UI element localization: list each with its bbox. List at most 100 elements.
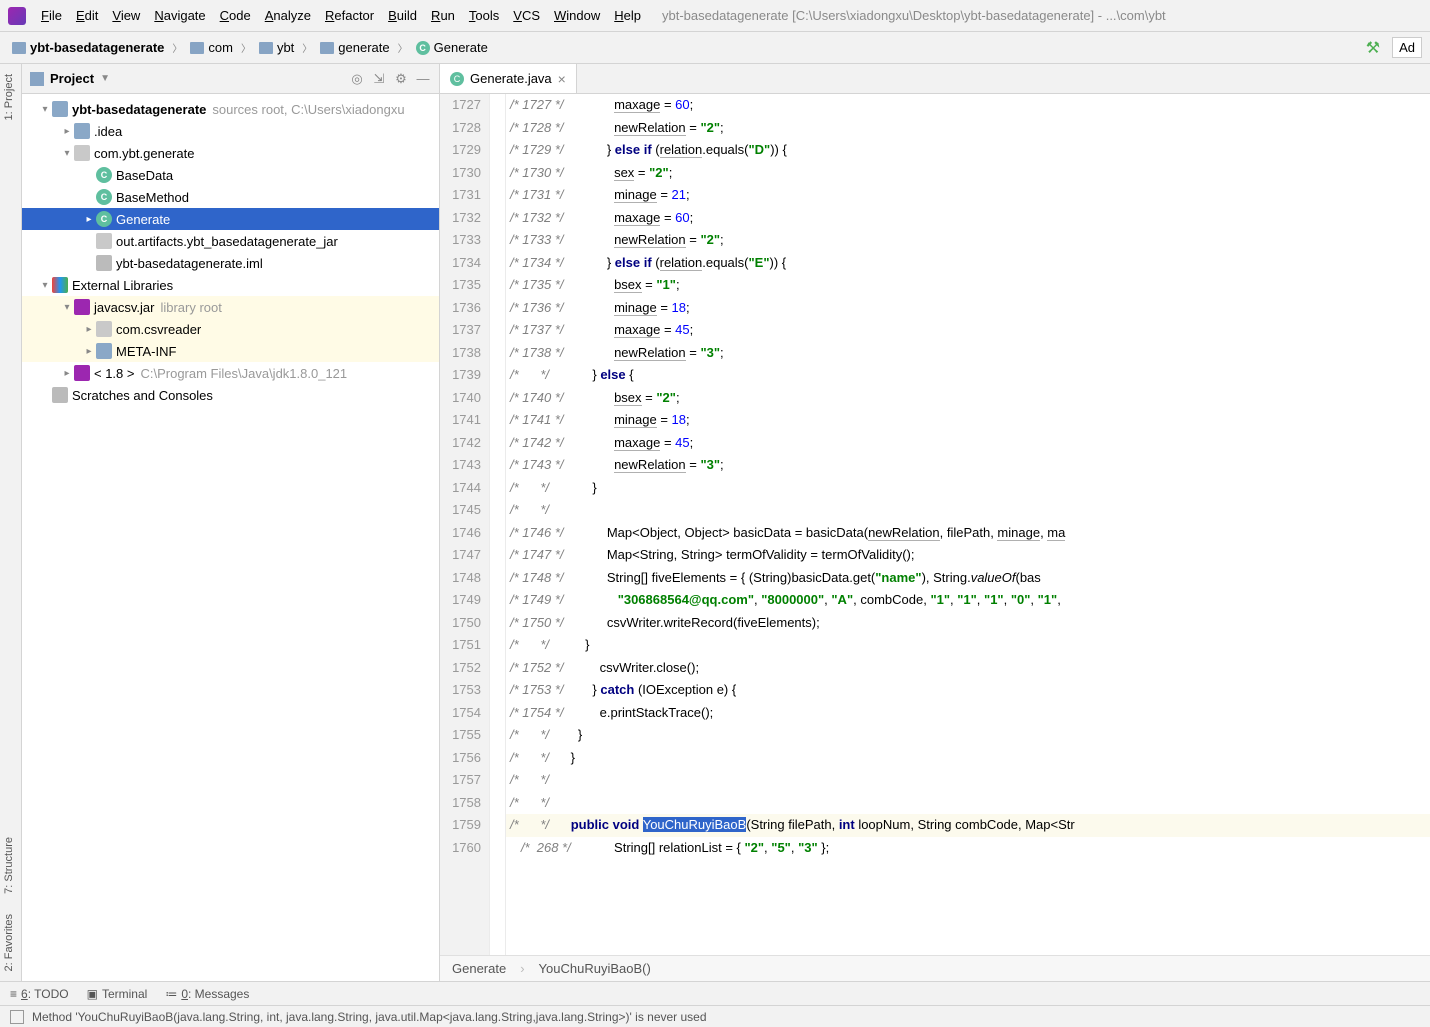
- hide-icon[interactable]: —: [415, 71, 431, 87]
- line-number[interactable]: 1760: [440, 837, 481, 860]
- menu-item-analyze[interactable]: Analyze: [258, 5, 318, 26]
- tree-node-4[interactable]: CBaseMethod: [22, 186, 439, 208]
- nav-crumb-0[interactable]: ybt-basedatagenerate: [8, 38, 168, 57]
- line-number[interactable]: 1732: [440, 207, 481, 230]
- line-number[interactable]: 1740: [440, 387, 481, 410]
- code-line[interactable]: /* 1740 */ bsex = "2";: [506, 387, 1430, 410]
- collapse-icon[interactable]: ⇲: [371, 71, 387, 87]
- project-tree[interactable]: ▾ybt-basedatageneratesources root, C:\Us…: [22, 94, 439, 981]
- tree-node-11[interactable]: ▸META-INF: [22, 340, 439, 362]
- breadcrumb-class[interactable]: Generate: [452, 961, 506, 976]
- line-number[interactable]: 1738: [440, 342, 481, 365]
- line-number[interactable]: 1745: [440, 499, 481, 522]
- line-number-gutter[interactable]: 1727172817291730173117321733173417351736…: [440, 94, 490, 955]
- code-line[interactable]: /* 1750 */ csvWriter.writeRecord(fiveEle…: [506, 612, 1430, 635]
- code-line[interactable]: /* 1732 */ maxage = 60;: [506, 207, 1430, 230]
- menu-item-edit[interactable]: Edit: [69, 5, 105, 26]
- line-number[interactable]: 1728: [440, 117, 481, 140]
- structure-tool-tab[interactable]: 7: Structure: [0, 827, 21, 904]
- line-number[interactable]: 1750: [440, 612, 481, 635]
- code-line[interactable]: /* 1738 */ newRelation = "3";: [506, 342, 1430, 365]
- line-number[interactable]: 1731: [440, 184, 481, 207]
- code-line[interactable]: /* 1734 */ } else if (relation.equals("E…: [506, 252, 1430, 275]
- menu-item-run[interactable]: Run: [424, 5, 462, 26]
- gear-icon[interactable]: ⚙: [393, 71, 409, 87]
- breadcrumb-method[interactable]: YouChuRuyiBaoB(): [539, 961, 651, 976]
- code-line[interactable]: /* */ public void YouChuRuyiBaoB(String …: [506, 814, 1430, 837]
- tree-node-6[interactable]: out.artifacts.ybt_basedatagenerate_jar: [22, 230, 439, 252]
- line-number[interactable]: 1741: [440, 409, 481, 432]
- line-number[interactable]: 1734: [440, 252, 481, 275]
- editor-tab-generate[interactable]: C Generate.java ×: [440, 64, 577, 93]
- menu-item-vcs[interactable]: VCS: [506, 5, 547, 26]
- line-number[interactable]: 1756: [440, 747, 481, 770]
- nav-crumb-2[interactable]: ybt: [255, 38, 298, 57]
- code-line[interactable]: /* 1730 */ sex = "2";: [506, 162, 1430, 185]
- line-number[interactable]: 1729: [440, 139, 481, 162]
- line-number[interactable]: 1747: [440, 544, 481, 567]
- code-line[interactable]: /* 1737 */ maxage = 45;: [506, 319, 1430, 342]
- tree-node-9[interactable]: ▾javacsv.jarlibrary root: [22, 296, 439, 318]
- nav-crumb-1[interactable]: com: [186, 38, 237, 57]
- project-tool-tab[interactable]: 1: Project: [0, 64, 21, 130]
- line-number[interactable]: 1743: [440, 454, 481, 477]
- code-line[interactable]: /* */ }: [506, 724, 1430, 747]
- nav-crumb-4[interactable]: CGenerate: [412, 38, 492, 57]
- line-number[interactable]: 1754: [440, 702, 481, 725]
- code-line[interactable]: /* 1754 */ e.printStackTrace();: [506, 702, 1430, 725]
- line-number[interactable]: 1736: [440, 297, 481, 320]
- close-icon[interactable]: ×: [558, 71, 566, 87]
- tree-node-13[interactable]: Scratches and Consoles: [22, 384, 439, 406]
- menu-item-window[interactable]: Window: [547, 5, 607, 26]
- code-line[interactable]: /* 1727 */ maxage = 60;: [506, 94, 1430, 117]
- chevron-right-icon[interactable]: ▸: [82, 324, 96, 335]
- chevron-down-icon[interactable]: ▾: [38, 280, 52, 291]
- code-editor[interactable]: 1727172817291730173117321733173417351736…: [440, 94, 1430, 955]
- terminal-tool-button[interactable]: ▣Terminal: [87, 987, 148, 1001]
- menu-item-tools[interactable]: Tools: [462, 5, 506, 26]
- tree-node-10[interactable]: ▸com.csvreader: [22, 318, 439, 340]
- code-line[interactable]: /* */ }: [506, 747, 1430, 770]
- fold-strip[interactable]: [490, 94, 506, 955]
- code-line[interactable]: /* 1733 */ newRelation = "2";: [506, 229, 1430, 252]
- line-number[interactable]: 1748: [440, 567, 481, 590]
- code-line[interactable]: /* 1747 */ Map<String, String> termOfVal…: [506, 544, 1430, 567]
- menu-item-view[interactable]: View: [105, 5, 147, 26]
- nav-crumb-3[interactable]: generate: [316, 38, 393, 57]
- line-number[interactable]: 1737: [440, 319, 481, 342]
- todo-tool-button[interactable]: ≡6: TODO: [10, 987, 69, 1001]
- tree-node-2[interactable]: ▾com.ybt.generate: [22, 142, 439, 164]
- chevron-right-icon[interactable]: ▸: [60, 126, 74, 137]
- code-line[interactable]: /* 1752 */ csvWriter.close();: [506, 657, 1430, 680]
- line-number[interactable]: 1746: [440, 522, 481, 545]
- build-icon[interactable]: ⚒: [1366, 38, 1380, 58]
- chevron-right-icon[interactable]: ▸: [82, 346, 96, 357]
- code-line[interactable]: /* 1736 */ minage = 18;: [506, 297, 1430, 320]
- line-number[interactable]: 1730: [440, 162, 481, 185]
- chevron-right-icon[interactable]: ▸: [60, 368, 74, 379]
- chevron-down-icon[interactable]: ▾: [60, 302, 74, 313]
- line-number[interactable]: 1759: [440, 814, 481, 837]
- code-line[interactable]: /* 1729 */ } else if (relation.equals("D…: [506, 139, 1430, 162]
- code-line[interactable]: /* 1728 */ newRelation = "2";: [506, 117, 1430, 140]
- menu-item-code[interactable]: Code: [213, 5, 258, 26]
- chevron-down-icon[interactable]: ▾: [60, 148, 74, 159]
- tree-node-0[interactable]: ▾ybt-basedatageneratesources root, C:\Us…: [22, 98, 439, 120]
- chevron-down-icon[interactable]: ▾: [38, 104, 52, 115]
- tree-node-8[interactable]: ▾External Libraries: [22, 274, 439, 296]
- line-number[interactable]: 1739: [440, 364, 481, 387]
- menu-item-refactor[interactable]: Refactor: [318, 5, 381, 26]
- line-number[interactable]: 1751: [440, 634, 481, 657]
- tree-node-12[interactable]: ▸< 1.8 >C:\Program Files\Java\jdk1.8.0_1…: [22, 362, 439, 384]
- menu-item-help[interactable]: Help: [607, 5, 648, 26]
- code-line[interactable]: /* 1748 */ String[] fiveElements = { (St…: [506, 567, 1430, 590]
- code-line[interactable]: /* 1746 */ Map<Object, Object> basicData…: [506, 522, 1430, 545]
- favorites-tool-tab[interactable]: 2: Favorites: [0, 904, 21, 981]
- tree-node-1[interactable]: ▸.idea: [22, 120, 439, 142]
- line-number[interactable]: 1758: [440, 792, 481, 815]
- code-line[interactable]: /* 1749 */ "306868564@qq.com", "8000000"…: [506, 589, 1430, 612]
- line-number[interactable]: 1742: [440, 432, 481, 455]
- chevron-right-icon[interactable]: ▸: [82, 214, 96, 225]
- code-line[interactable]: /* 268 */ String[] relationList = { "2",…: [506, 837, 1430, 860]
- code-line[interactable]: /* */: [506, 769, 1430, 792]
